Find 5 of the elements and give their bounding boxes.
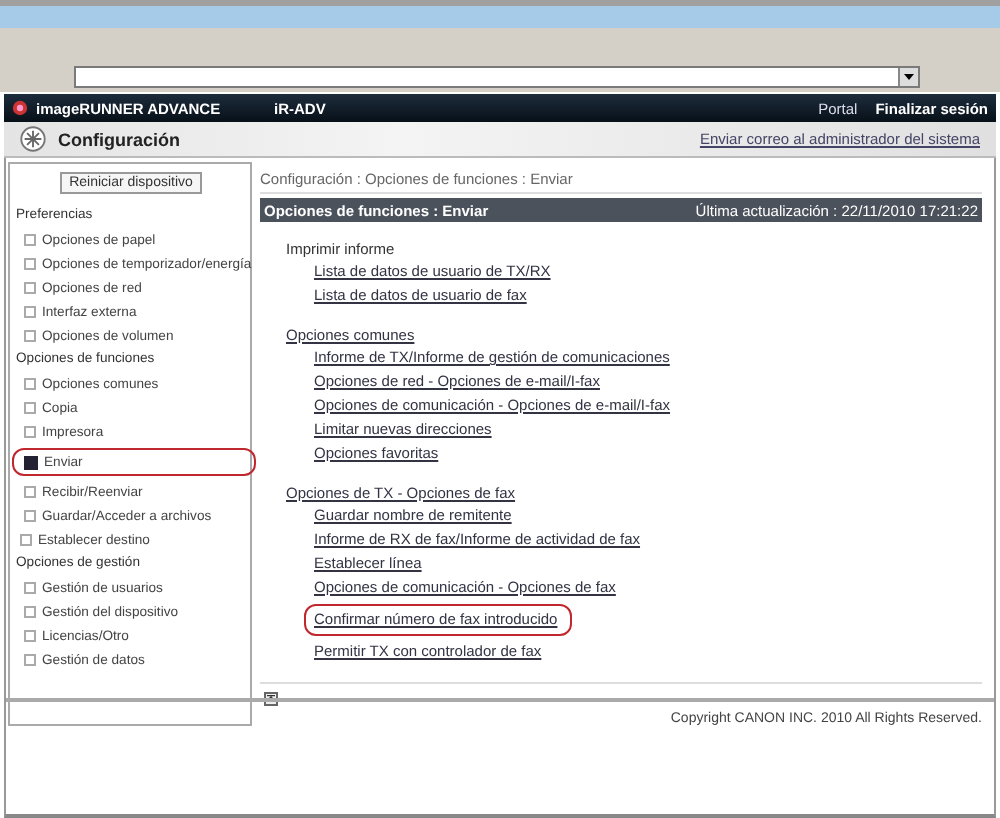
dropdown-arrow-icon[interactable] — [898, 68, 918, 86]
gear-icon — [20, 126, 46, 152]
address-combo[interactable] — [74, 66, 920, 88]
logo-icon — [12, 100, 28, 116]
page-title: Configuración — [58, 129, 182, 149]
